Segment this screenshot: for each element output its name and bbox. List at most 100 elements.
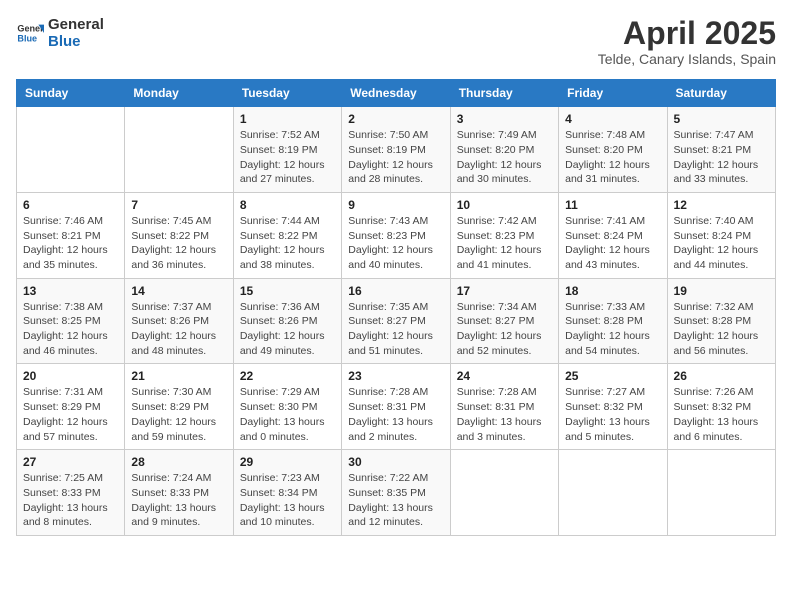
day-info: Sunrise: 7:44 AM Sunset: 8:22 PM Dayligh… — [240, 214, 335, 273]
day-info: Sunrise: 7:32 AM Sunset: 8:28 PM Dayligh… — [674, 300, 769, 359]
calendar-week-row: 20 Sunrise: 7:31 AM Sunset: 8:29 PM Dayli… — [17, 364, 776, 450]
day-info: Sunrise: 7:28 AM Sunset: 8:31 PM Dayligh… — [348, 385, 443, 444]
day-number: 14 — [131, 284, 226, 298]
day-number: 30 — [348, 455, 443, 469]
logo-icon: General Blue — [16, 19, 44, 47]
day-number: 22 — [240, 369, 335, 383]
calendar-cell: 5Sunrise: 7:47 AM Sunset: 8:21 PM Daylig… — [667, 107, 775, 193]
calendar-cell — [125, 107, 233, 193]
day-number: 26 — [674, 369, 769, 383]
day-number: 12 — [674, 198, 769, 212]
day-info: Sunrise: 7:52 AM Sunset: 8:19 PM Dayligh… — [240, 128, 335, 187]
calendar-cell: 2Sunrise: 7:50 AM Sunset: 8:19 PM Daylig… — [342, 107, 450, 193]
day-info: Sunrise: 7:46 AM Sunset: 8:21 PM Dayligh… — [23, 214, 118, 273]
day-number: 3 — [457, 112, 552, 126]
day-info: Sunrise: 7:26 AM Sunset: 8:32 PM Dayligh… — [674, 385, 769, 444]
calendar-cell: 8 Sunrise: 7:44 AM Sunset: 8:22 PM Daylig… — [233, 192, 341, 278]
day-info: Sunrise: 7:29 AM Sunset: 8:30 PM Dayligh… — [240, 385, 335, 444]
day-info: Sunrise: 7:48 AM Sunset: 8:20 PM Dayligh… — [565, 128, 660, 187]
day-info: Sunrise: 7:49 AM Sunset: 8:20 PM Dayligh… — [457, 128, 552, 187]
calendar-cell: 21 Sunrise: 7:30 AM Sunset: 8:29 PM Dayli… — [125, 364, 233, 450]
day-info: Sunrise: 7:42 AM Sunset: 8:23 PM Dayligh… — [457, 214, 552, 273]
header-wednesday: Wednesday — [342, 80, 450, 107]
page-header: General Blue General Blue April 2025 Tel… — [16, 16, 776, 67]
day-info: Sunrise: 7:28 AM Sunset: 8:31 PM Dayligh… — [457, 385, 552, 444]
calendar-cell — [559, 450, 667, 536]
day-number: 25 — [565, 369, 660, 383]
header-sunday: Sunday — [17, 80, 125, 107]
svg-text:Blue: Blue — [17, 34, 37, 44]
day-info: Sunrise: 7:37 AM Sunset: 8:26 PM Dayligh… — [131, 300, 226, 359]
calendar-cell: 27 Sunrise: 7:25 AM Sunset: 8:33 PM Dayli… — [17, 450, 125, 536]
calendar-cell: 4 Sunrise: 7:48 AM Sunset: 8:20 PM Daylig… — [559, 107, 667, 193]
calendar-cell: 19 Sunrise: 7:32 AM Sunset: 8:28 PM Dayli… — [667, 278, 775, 364]
calendar-week-row: 6 Sunrise: 7:46 AM Sunset: 8:21 PM Daylig… — [17, 192, 776, 278]
calendar-cell: 14 Sunrise: 7:37 AM Sunset: 8:26 PM Dayli… — [125, 278, 233, 364]
calendar-cell: 12Sunrise: 7:40 AM Sunset: 8:24 PM Dayli… — [667, 192, 775, 278]
day-number: 11 — [565, 198, 660, 212]
calendar-cell: 25 Sunrise: 7:27 AM Sunset: 8:32 PM Dayli… — [559, 364, 667, 450]
day-number: 10 — [457, 198, 552, 212]
day-info: Sunrise: 7:23 AM Sunset: 8:34 PM Dayligh… — [240, 471, 335, 530]
header-saturday: Saturday — [667, 80, 775, 107]
calendar-cell: 16Sunrise: 7:35 AM Sunset: 8:27 PM Dayli… — [342, 278, 450, 364]
calendar-cell: 20 Sunrise: 7:31 AM Sunset: 8:29 PM Dayli… — [17, 364, 125, 450]
day-info: Sunrise: 7:27 AM Sunset: 8:32 PM Dayligh… — [565, 385, 660, 444]
header-tuesday: Tuesday — [233, 80, 341, 107]
day-number: 27 — [23, 455, 118, 469]
day-info: Sunrise: 7:30 AM Sunset: 8:29 PM Dayligh… — [131, 385, 226, 444]
calendar-cell — [667, 450, 775, 536]
calendar-cell: 22 Sunrise: 7:29 AM Sunset: 8:30 PM Dayli… — [233, 364, 341, 450]
day-number: 7 — [131, 198, 226, 212]
calendar-cell: 29 Sunrise: 7:23 AM Sunset: 8:34 PM Dayli… — [233, 450, 341, 536]
day-number: 17 — [457, 284, 552, 298]
day-info: Sunrise: 7:45 AM Sunset: 8:22 PM Dayligh… — [131, 214, 226, 273]
day-number: 29 — [240, 455, 335, 469]
day-number: 4 — [565, 112, 660, 126]
day-number: 9 — [348, 198, 443, 212]
calendar-cell — [17, 107, 125, 193]
day-info: Sunrise: 7:31 AM Sunset: 8:29 PM Dayligh… — [23, 385, 118, 444]
day-info: Sunrise: 7:38 AM Sunset: 8:25 PM Dayligh… — [23, 300, 118, 359]
calendar-cell — [450, 450, 558, 536]
day-number: 18 — [565, 284, 660, 298]
calendar-cell: 13 Sunrise: 7:38 AM Sunset: 8:25 PM Dayli… — [17, 278, 125, 364]
calendar-table: SundayMondayTuesdayWednesdayThursdayFrid… — [16, 79, 776, 536]
calendar-week-row: 13 Sunrise: 7:38 AM Sunset: 8:25 PM Dayli… — [17, 278, 776, 364]
calendar-cell: 7 Sunrise: 7:45 AM Sunset: 8:22 PM Daylig… — [125, 192, 233, 278]
logo: General Blue General Blue — [16, 16, 104, 51]
logo-text-blue: Blue — [48, 33, 104, 50]
day-number: 15 — [240, 284, 335, 298]
title-block: April 2025 Telde, Canary Islands, Spain — [598, 16, 776, 67]
day-info: Sunrise: 7:41 AM Sunset: 8:24 PM Dayligh… — [565, 214, 660, 273]
calendar-cell: 30 Sunrise: 7:22 AM Sunset: 8:35 PM Dayli… — [342, 450, 450, 536]
day-info: Sunrise: 7:35 AM Sunset: 8:27 PM Dayligh… — [348, 300, 443, 359]
day-number: 24 — [457, 369, 552, 383]
calendar-cell: 1 Sunrise: 7:52 AM Sunset: 8:19 PM Daylig… — [233, 107, 341, 193]
calendar-week-row: 1 Sunrise: 7:52 AM Sunset: 8:19 PM Daylig… — [17, 107, 776, 193]
header-monday: Monday — [125, 80, 233, 107]
day-info: Sunrise: 7:36 AM Sunset: 8:26 PM Dayligh… — [240, 300, 335, 359]
calendar-cell: 6 Sunrise: 7:46 AM Sunset: 8:21 PM Daylig… — [17, 192, 125, 278]
calendar-cell: 23 Sunrise: 7:28 AM Sunset: 8:31 PM Dayli… — [342, 364, 450, 450]
calendar-cell: 10 Sunrise: 7:42 AM Sunset: 8:23 PM Dayli… — [450, 192, 558, 278]
day-number: 28 — [131, 455, 226, 469]
day-number: 23 — [348, 369, 443, 383]
day-number: 8 — [240, 198, 335, 212]
calendar-cell: 28 Sunrise: 7:24 AM Sunset: 8:33 PM Dayli… — [125, 450, 233, 536]
location-title: Telde, Canary Islands, Spain — [598, 51, 776, 67]
day-number: 19 — [674, 284, 769, 298]
calendar-cell: 9Sunrise: 7:43 AM Sunset: 8:23 PM Daylig… — [342, 192, 450, 278]
day-number: 20 — [23, 369, 118, 383]
day-number: 21 — [131, 369, 226, 383]
day-info: Sunrise: 7:24 AM Sunset: 8:33 PM Dayligh… — [131, 471, 226, 530]
day-info: Sunrise: 7:22 AM Sunset: 8:35 PM Dayligh… — [348, 471, 443, 530]
day-number: 6 — [23, 198, 118, 212]
header-thursday: Thursday — [450, 80, 558, 107]
calendar-cell: 3 Sunrise: 7:49 AM Sunset: 8:20 PM Daylig… — [450, 107, 558, 193]
logo-text-general: General — [48, 16, 104, 33]
day-number: 13 — [23, 284, 118, 298]
day-number: 1 — [240, 112, 335, 126]
calendar-cell: 18Sunrise: 7:33 AM Sunset: 8:28 PM Dayli… — [559, 278, 667, 364]
day-info: Sunrise: 7:25 AM Sunset: 8:33 PM Dayligh… — [23, 471, 118, 530]
